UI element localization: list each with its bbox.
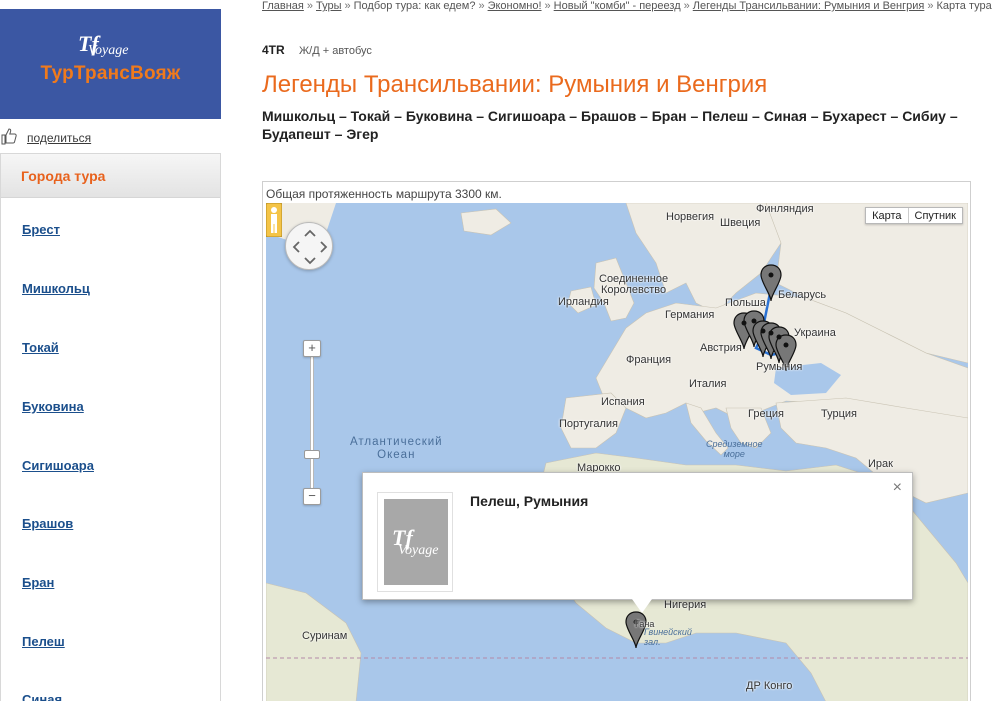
breadcrumb-separator: » (478, 0, 485, 12)
route-map-panel: Общая протяженность маршрута 3300 км. Фи… (262, 181, 971, 701)
map-label: Турция (821, 408, 857, 420)
map-info-window: × Tf Voyage Пелеш, Румыния (362, 472, 913, 600)
zoom-in-button[interactable]: + (303, 340, 321, 357)
map-label: Суринам (302, 630, 348, 642)
zoom-slider-track[interactable] (310, 355, 314, 490)
breadcrumb-separator: » (927, 0, 934, 12)
map-type-satellite-button[interactable]: Спутник (909, 208, 962, 223)
page-title: Легенды Трансильвании: Румыния и Венгрия (262, 71, 768, 98)
map-label: ДР Конго (746, 680, 793, 692)
close-icon[interactable]: × (893, 479, 902, 497)
city-link[interactable]: Мишкольц (22, 281, 90, 296)
share-link[interactable]: поделиться (27, 131, 91, 145)
map-label: Германия (665, 309, 715, 321)
like-thumb-icon (1, 128, 17, 145)
logo-placeholder-image: Tf Voyage (384, 499, 448, 585)
breadcrumb-separator: » (544, 0, 551, 12)
map-label: Франция (626, 354, 672, 366)
zoom-slider-handle[interactable] (304, 450, 320, 459)
map-label: Австрия (700, 342, 742, 354)
pan-arrows-icon (292, 229, 328, 265)
place-thumbnail: Tf Voyage (377, 492, 453, 592)
map-type-control: Карта Спутник (865, 207, 963, 224)
map-label: Финляндия (756, 203, 814, 215)
breadcrumb-link[interactable]: Туры (316, 0, 342, 12)
city-link[interactable]: Бран (22, 575, 54, 590)
thumbnail-logo-voyage: Voyage (398, 543, 439, 558)
info-window-pointer (632, 599, 652, 613)
map-label: Атлантический Океан (350, 436, 443, 461)
tour-code: 4TR (262, 43, 285, 57)
map-label: Средиземное море (706, 439, 763, 459)
tour-route: Мишкольц – Токай – Буковина – Сигишоара … (262, 108, 958, 142)
route-length-caption: Общая протяженность маршрута 3300 км. (266, 187, 502, 201)
breadcrumb-separator: » (306, 0, 313, 12)
breadcrumb-link[interactable]: Легенды Трансильвании: Румыния и Венгрия (693, 0, 925, 12)
map-label: Соединенное Королевство (599, 273, 669, 296)
tour-cities-heading: Города тура (1, 154, 220, 198)
breadcrumb-text: Подбор тура: как едем? (353, 0, 476, 12)
map-label: Португалия (559, 418, 618, 430)
city-link[interactable]: Брест (22, 222, 60, 237)
breadcrumb-separator: » (344, 0, 351, 12)
breadcrumb-separator: » (683, 0, 690, 12)
map-label: Румыния (756, 361, 803, 373)
zoom-out-button[interactable]: − (303, 488, 321, 505)
map-label: Испания (601, 396, 645, 408)
pan-control[interactable] (285, 222, 333, 270)
breadcrumb-link[interactable]: Экономно! (488, 0, 542, 12)
street-view-pegman-icon[interactable] (266, 203, 282, 237)
breadcrumb-current: Карта тура (936, 0, 992, 12)
city-link[interactable]: Пелеш (22, 634, 65, 649)
page: Tf Voyage ТурТрансВояж поделиться Города… (0, 0, 995, 701)
city-link[interactable]: Синая (22, 692, 62, 701)
info-window-title: Пелеш, Румыния (470, 493, 589, 509)
map-label: Норвегия (666, 211, 715, 223)
tour-transport: Ж/Д + автобус (299, 45, 372, 57)
city-link[interactable]: Буковина (22, 399, 84, 414)
breadcrumb-link[interactable]: Новый "комби" - переезд (554, 0, 681, 12)
map-label: Ирландия (558, 296, 609, 308)
map-label: Швеция (720, 217, 761, 229)
share-widget[interactable]: поделиться (0, 126, 221, 148)
breadcrumb-link[interactable]: Главная (262, 0, 304, 12)
map-label: Украина (794, 327, 836, 339)
map-label: Нигерия (664, 599, 707, 611)
map-label: Греция (748, 408, 784, 420)
route-map[interactable]: Финляндия Норвегия Швеция Соединенное Ко… (266, 203, 968, 701)
map-label: Гвинейский зал. (644, 627, 692, 647)
city-link[interactable]: Сигишоара (22, 458, 94, 473)
map-label: Италия (689, 378, 727, 390)
breadcrumb: Главная» Туры» Подбор тура: как едем?» Экон… (262, 0, 992, 12)
city-link[interactable]: Токай (22, 340, 59, 355)
map-type-map-button[interactable]: Карта (866, 208, 909, 223)
logo-mark-voyage: Voyage (88, 43, 129, 58)
map-label: Беларусь (778, 289, 827, 301)
logo-mark: Tf Voyage (78, 31, 138, 65)
logo-name: ТурТрансВояж (40, 63, 181, 84)
map-label: Ирак (868, 458, 893, 470)
site-logo[interactable]: Tf Voyage ТурТрансВояж (0, 9, 221, 119)
city-link[interactable]: Брашов (22, 516, 73, 531)
map-label: Польша (725, 297, 766, 309)
